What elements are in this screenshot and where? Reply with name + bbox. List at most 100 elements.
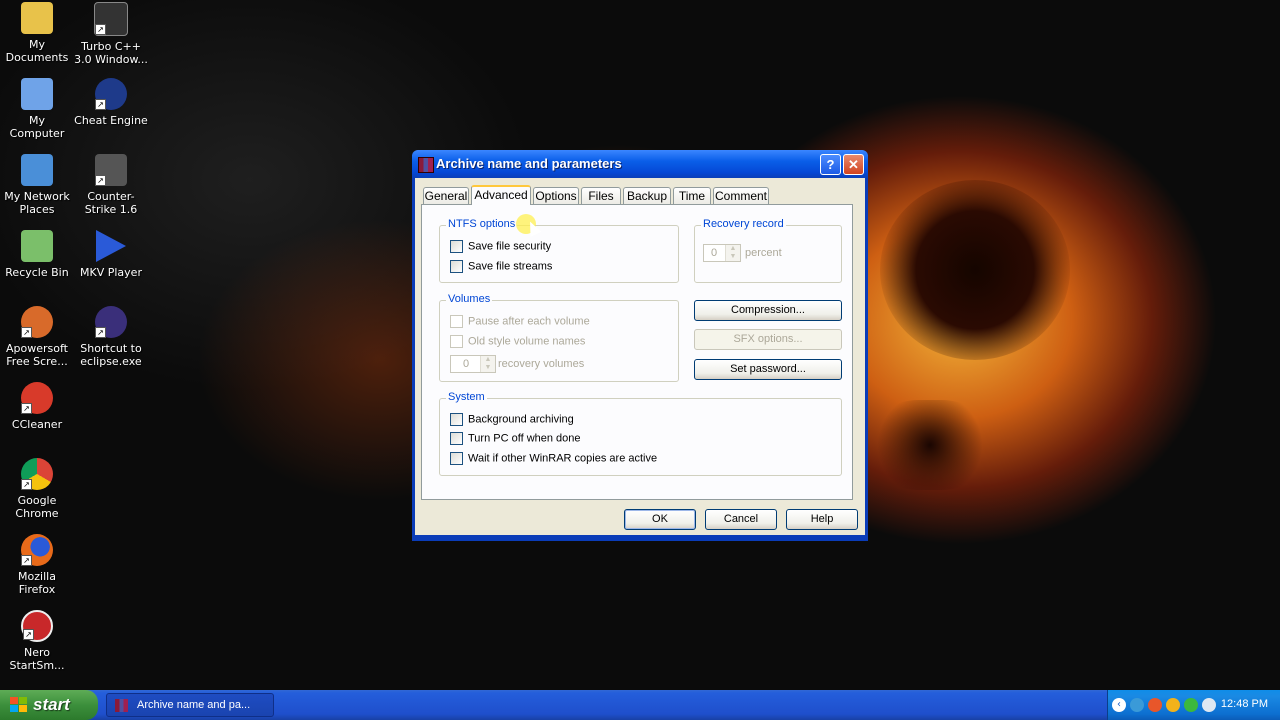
title-help-button[interactable]: ? xyxy=(820,154,841,175)
checkbox-label: Pause after each volume xyxy=(468,315,590,328)
taskbar: start Archive name and pa... ‹ 12:48 PM xyxy=(0,690,1280,720)
tab-advanced[interactable]: Advanced xyxy=(471,185,531,205)
tray-network-icon[interactable] xyxy=(1202,698,1216,712)
nero-icon: ↗ xyxy=(21,610,53,642)
archive-dialog: Archive name and parameters ? ✕ General … xyxy=(412,150,868,541)
checkbox-label: Turn PC off when done xyxy=(468,432,581,445)
desktop-icon-label: Cheat Engine xyxy=(74,114,148,127)
desktop-icon-mkv-player[interactable]: MKV Player xyxy=(74,230,148,279)
save-file-streams-checkbox[interactable]: Save file streams xyxy=(450,260,552,274)
taskbar-clock[interactable]: 12:48 PM xyxy=(1221,698,1268,710)
spinner-arrows-icon[interactable]: ▲ ▼ xyxy=(725,245,740,261)
checkbox-box[interactable] xyxy=(450,260,463,273)
wallpaper-ball-hex xyxy=(870,400,990,490)
tray-shield-icon[interactable] xyxy=(1184,698,1198,712)
save-file-security-checkbox[interactable]: Save file security xyxy=(450,240,551,254)
tab-time[interactable]: Time xyxy=(673,187,711,204)
spinner-value: 0 xyxy=(462,358,470,370)
tray-app-icon[interactable] xyxy=(1130,698,1144,712)
desktop-icon-ccleaner[interactable]: ↗ CCleaner xyxy=(0,382,74,431)
compression-button[interactable]: Compression... xyxy=(694,300,842,321)
apple-icon: ↗ xyxy=(94,2,128,36)
recovery-record-title: Recovery record xyxy=(701,218,786,230)
tab-backup[interactable]: Backup xyxy=(623,187,671,204)
title-close-button[interactable]: ✕ xyxy=(843,154,864,175)
checkbox-label: Save file security xyxy=(468,240,552,253)
desktop-icon-recycle-bin[interactable]: Recycle Bin xyxy=(0,230,74,279)
pause-after-volume-checkbox: Pause after each volume xyxy=(450,315,590,329)
desktop-icon-nero[interactable]: ↗ Nero StartSm... xyxy=(0,610,74,672)
desktop-icon-my-computer[interactable]: My Computer xyxy=(0,78,74,140)
old-style-names-checkbox: Old style volume names xyxy=(450,335,585,349)
checkbox-label: Old style volume names xyxy=(468,335,586,348)
background-archiving-checkbox[interactable]: Background archiving xyxy=(450,413,574,427)
checkbox-box[interactable] xyxy=(450,413,463,426)
wait-other-copies-checkbox[interactable]: Wait if other WinRAR copies are active xyxy=(450,452,657,466)
checkbox-box[interactable] xyxy=(450,452,463,465)
wallpaper-ball-shade xyxy=(880,180,1070,360)
desktop-icon-network-places[interactable]: My Network Places xyxy=(0,154,74,216)
chrome-icon: ↗ xyxy=(21,458,53,490)
desktop-icon-my-documents[interactable]: My Documents xyxy=(0,2,74,64)
desktop-icon-cheat-engine[interactable]: ↗ Cheat Engine xyxy=(74,78,148,127)
desktop-icon-label: Counter-Strike 1.6 xyxy=(84,190,138,216)
ccleaner-icon: ↗ xyxy=(21,382,53,414)
firefox-icon: ↗ xyxy=(21,534,53,566)
play-icon xyxy=(96,230,126,262)
ok-button[interactable]: OK xyxy=(624,509,696,530)
desktop-icon-turbo-cpp[interactable]: ↗ Turbo C++ 3.0 Window... xyxy=(74,2,148,66)
volumes-title: Volumes xyxy=(446,293,493,305)
desktop-icon-counter-strike[interactable]: ↗ Counter-Strike 1.6 xyxy=(74,154,148,216)
tray-app-icon[interactable] xyxy=(1148,698,1162,712)
tab-files[interactable]: Files xyxy=(581,187,621,204)
desktop-icon-firefox[interactable]: ↗ Mozilla Firefox xyxy=(0,534,74,596)
system-tray: ‹ 12:48 PM xyxy=(1107,690,1280,720)
checkbox-box[interactable] xyxy=(450,432,463,445)
advanced-panel: NTFS options Save file security Save fil… xyxy=(421,204,853,500)
counter-strike-icon: ↗ xyxy=(95,154,127,186)
dialog-client: General Advanced Options Files Backup Ti… xyxy=(415,178,865,535)
desktop-icon-label: Turbo C++ 3.0 Window... xyxy=(74,40,148,66)
desktop-icon-label: Nero StartSm... xyxy=(9,646,65,672)
checkbox-label: Wait if other WinRAR copies are active xyxy=(468,452,658,465)
ntfs-options-title: NTFS options xyxy=(446,218,518,230)
desktop-icon-label: Google Chrome xyxy=(15,494,59,520)
winrar-icon xyxy=(115,699,128,712)
recovery-record-group: Recovery record 0 ▲ ▼ percent xyxy=(694,218,842,283)
cancel-button[interactable]: Cancel xyxy=(705,509,777,530)
recycle-bin-icon xyxy=(21,230,53,262)
taskbar-item-label: Archive name and pa... xyxy=(137,699,251,711)
desktop-icon-label: My Documents xyxy=(5,38,69,64)
desktop-icon-label: My Computer xyxy=(9,114,65,140)
taskbar-item-archive-dialog[interactable]: Archive name and pa... xyxy=(106,693,274,717)
turn-pc-off-checkbox[interactable]: Turn PC off when done xyxy=(450,432,581,446)
tray-expand-icon[interactable]: ‹ xyxy=(1112,698,1126,712)
checkbox-box[interactable] xyxy=(450,240,463,253)
spinner-arrows-icon: ▲ ▼ xyxy=(480,356,495,372)
percent-label: percent xyxy=(745,247,782,259)
spinner-value: 0 xyxy=(710,247,718,259)
desktop-icon-eclipse[interactable]: ↗ Shortcut to eclipse.exe xyxy=(74,306,148,368)
checkbox-label: Save file streams xyxy=(468,260,553,273)
computer-icon xyxy=(21,78,53,110)
tab-comment[interactable]: Comment xyxy=(713,187,769,204)
system-title: System xyxy=(446,391,487,403)
desktop-icon-chrome[interactable]: ↗ Google Chrome xyxy=(0,458,74,520)
eclipse-icon: ↗ xyxy=(95,306,127,338)
network-icon xyxy=(21,154,53,186)
desktop-icon-label: Shortcut to eclipse.exe xyxy=(80,342,142,368)
recovery-volumes-spinner: 0 ▲ ▼ xyxy=(450,355,496,373)
tab-options[interactable]: Options xyxy=(533,187,579,204)
desktop-icon-apowersoft[interactable]: ↗ Apowersoft Free Scre... xyxy=(0,306,74,368)
help-button[interactable]: Help xyxy=(786,509,858,530)
dialog-titlebar[interactable]: Archive name and parameters ? ✕ xyxy=(412,150,868,178)
set-password-button[interactable]: Set password... xyxy=(694,359,842,380)
start-button[interactable]: start xyxy=(0,690,98,720)
desktop-icon-label: Apowersoft Free Scre... xyxy=(6,342,68,368)
system-group: System Background archiving Turn PC off … xyxy=(439,391,842,476)
desktop-icon-label: Mozilla Firefox xyxy=(18,570,56,596)
tab-general[interactable]: General xyxy=(423,187,469,204)
volumes-group: Volumes Pause after each volume Old styl… xyxy=(439,293,679,382)
tray-app-icon[interactable] xyxy=(1166,698,1180,712)
recovery-percent-spinner[interactable]: 0 ▲ ▼ xyxy=(703,244,741,262)
